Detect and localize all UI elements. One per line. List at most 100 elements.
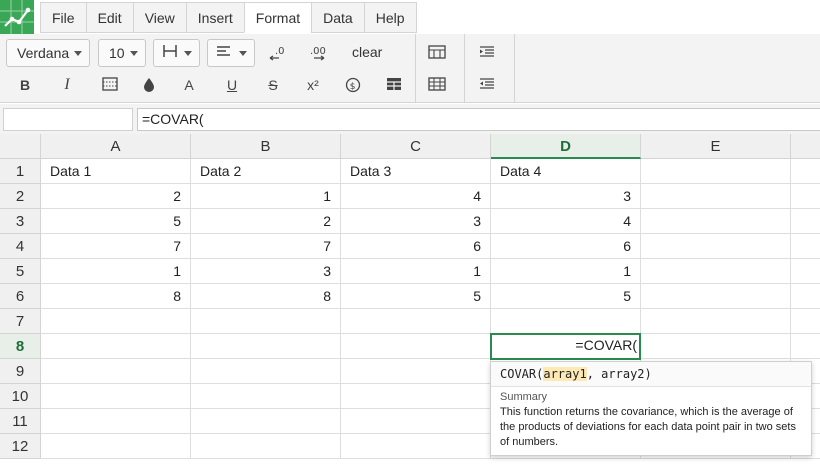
empty-cell[interactable]: [341, 334, 491, 359]
cell-c1[interactable]: Data 3: [341, 159, 491, 184]
row-header-4[interactable]: 4: [0, 234, 41, 259]
empty-cell[interactable]: [191, 409, 341, 434]
cell-a6[interactable]: 8: [41, 284, 191, 309]
column-header-e[interactable]: E: [641, 134, 791, 159]
empty-cell[interactable]: [641, 159, 791, 184]
row-header-2[interactable]: 2: [0, 184, 41, 209]
empty-cell[interactable]: [41, 359, 191, 384]
cell-b2[interactable]: 1: [191, 184, 341, 209]
cell-d5[interactable]: 1: [491, 259, 641, 284]
empty-cell[interactable]: [41, 334, 191, 359]
cell-b3[interactable]: 2: [191, 209, 341, 234]
menu-data[interactable]: Data: [311, 2, 365, 33]
row-header-11[interactable]: 11: [0, 409, 41, 434]
empty-cell[interactable]: [491, 309, 641, 334]
cell-b5[interactable]: 3: [191, 259, 341, 284]
empty-cell[interactable]: [641, 284, 791, 309]
font-family-dropdown[interactable]: Verdana: [6, 39, 90, 67]
cell-c2[interactable]: 4: [341, 184, 491, 209]
column-header-f[interactable]: [791, 134, 820, 159]
empty-cell[interactable]: [41, 309, 191, 334]
cell-d4[interactable]: 6: [491, 234, 641, 259]
empty-cell[interactable]: [41, 384, 191, 409]
fill-color-icon[interactable]: [135, 72, 163, 98]
row-header-6[interactable]: 6: [0, 284, 41, 309]
currency-icon[interactable]: $: [339, 72, 367, 98]
empty-cell[interactable]: [641, 234, 791, 259]
column-header-b[interactable]: B: [191, 134, 341, 159]
row-header-10[interactable]: 10: [0, 384, 41, 409]
cell-c3[interactable]: 3: [341, 209, 491, 234]
formula-input[interactable]: =COVAR(: [137, 108, 820, 131]
menu-help[interactable]: Help: [363, 2, 417, 33]
cell-a5[interactable]: 1: [41, 259, 191, 284]
select-all-corner[interactable]: [0, 134, 41, 159]
increase-decimals-icon[interactable]: .00: [305, 40, 333, 66]
column-header-c[interactable]: C: [341, 134, 491, 159]
name-box[interactable]: [3, 108, 133, 131]
cell-c6[interactable]: 5: [341, 284, 491, 309]
empty-cell[interactable]: [791, 259, 820, 284]
empty-cell[interactable]: [641, 334, 791, 359]
cell-a3[interactable]: 5: [41, 209, 191, 234]
empty-cell[interactable]: [791, 334, 820, 359]
superscript-icon[interactable]: x²: [299, 72, 327, 98]
cell-b1[interactable]: Data 2: [191, 159, 341, 184]
clear-format-button[interactable]: clear: [352, 44, 382, 60]
empty-cell[interactable]: [341, 384, 491, 409]
cell-c4[interactable]: 6: [341, 234, 491, 259]
menu-format[interactable]: Format: [243, 2, 313, 33]
spreadsheet-logo-icon[interactable]: [0, 0, 34, 34]
empty-cell[interactable]: [791, 159, 820, 184]
merge-cells-icon[interactable]: [423, 40, 451, 66]
empty-cell[interactable]: [191, 434, 341, 459]
column-header-a[interactable]: A: [41, 134, 191, 159]
outdent-icon[interactable]: [473, 72, 501, 98]
font-color-icon[interactable]: A: [175, 72, 203, 98]
borders-dropdown[interactable]: [153, 39, 200, 67]
empty-cell[interactable]: [341, 359, 491, 384]
cell-a2[interactable]: 2: [41, 184, 191, 209]
row-header-3[interactable]: 3: [0, 209, 41, 234]
empty-cell[interactable]: [191, 334, 341, 359]
row-header-1[interactable]: 1: [0, 159, 41, 184]
menu-edit[interactable]: Edit: [85, 2, 134, 33]
empty-cell[interactable]: [791, 234, 820, 259]
indent-icon[interactable]: [473, 40, 501, 66]
cell-d6[interactable]: 5: [491, 284, 641, 309]
empty-cell[interactable]: [641, 309, 791, 334]
pattern-icon[interactable]: [96, 72, 124, 98]
underline-icon[interactable]: U: [218, 72, 246, 98]
cell-c5[interactable]: 1: [341, 259, 491, 284]
empty-cell[interactable]: [791, 209, 820, 234]
cell-a1[interactable]: Data 1: [41, 159, 191, 184]
cell-d3[interactable]: 4: [491, 209, 641, 234]
empty-cell[interactable]: [341, 434, 491, 459]
cell-b4[interactable]: 7: [191, 234, 341, 259]
empty-cell[interactable]: [641, 259, 791, 284]
cell-b6[interactable]: 8: [191, 284, 341, 309]
table-icon[interactable]: [380, 72, 408, 98]
menu-file[interactable]: File: [40, 2, 87, 33]
empty-cell[interactable]: [791, 284, 820, 309]
decrease-decimals-icon[interactable]: .0: [264, 40, 292, 66]
empty-cell[interactable]: [191, 359, 341, 384]
menu-view[interactable]: View: [132, 2, 187, 33]
menu-insert[interactable]: Insert: [185, 2, 245, 33]
empty-cell[interactable]: [641, 184, 791, 209]
empty-cell[interactable]: [41, 434, 191, 459]
italic-icon[interactable]: I: [53, 72, 81, 98]
row-header-12[interactable]: 12: [0, 434, 41, 459]
row-header-7[interactable]: 7: [0, 309, 41, 334]
bold-icon[interactable]: B: [11, 72, 39, 98]
row-header-8[interactable]: 8: [0, 334, 41, 359]
wrap-cells-icon[interactable]: [423, 72, 451, 98]
font-size-dropdown[interactable]: 10: [98, 39, 146, 67]
empty-cell[interactable]: [641, 209, 791, 234]
cell-a4[interactable]: 7: [41, 234, 191, 259]
empty-cell[interactable]: [791, 184, 820, 209]
align-dropdown[interactable]: [207, 39, 255, 67]
empty-cell[interactable]: [341, 409, 491, 434]
empty-cell[interactable]: [41, 409, 191, 434]
empty-cell[interactable]: [341, 309, 491, 334]
